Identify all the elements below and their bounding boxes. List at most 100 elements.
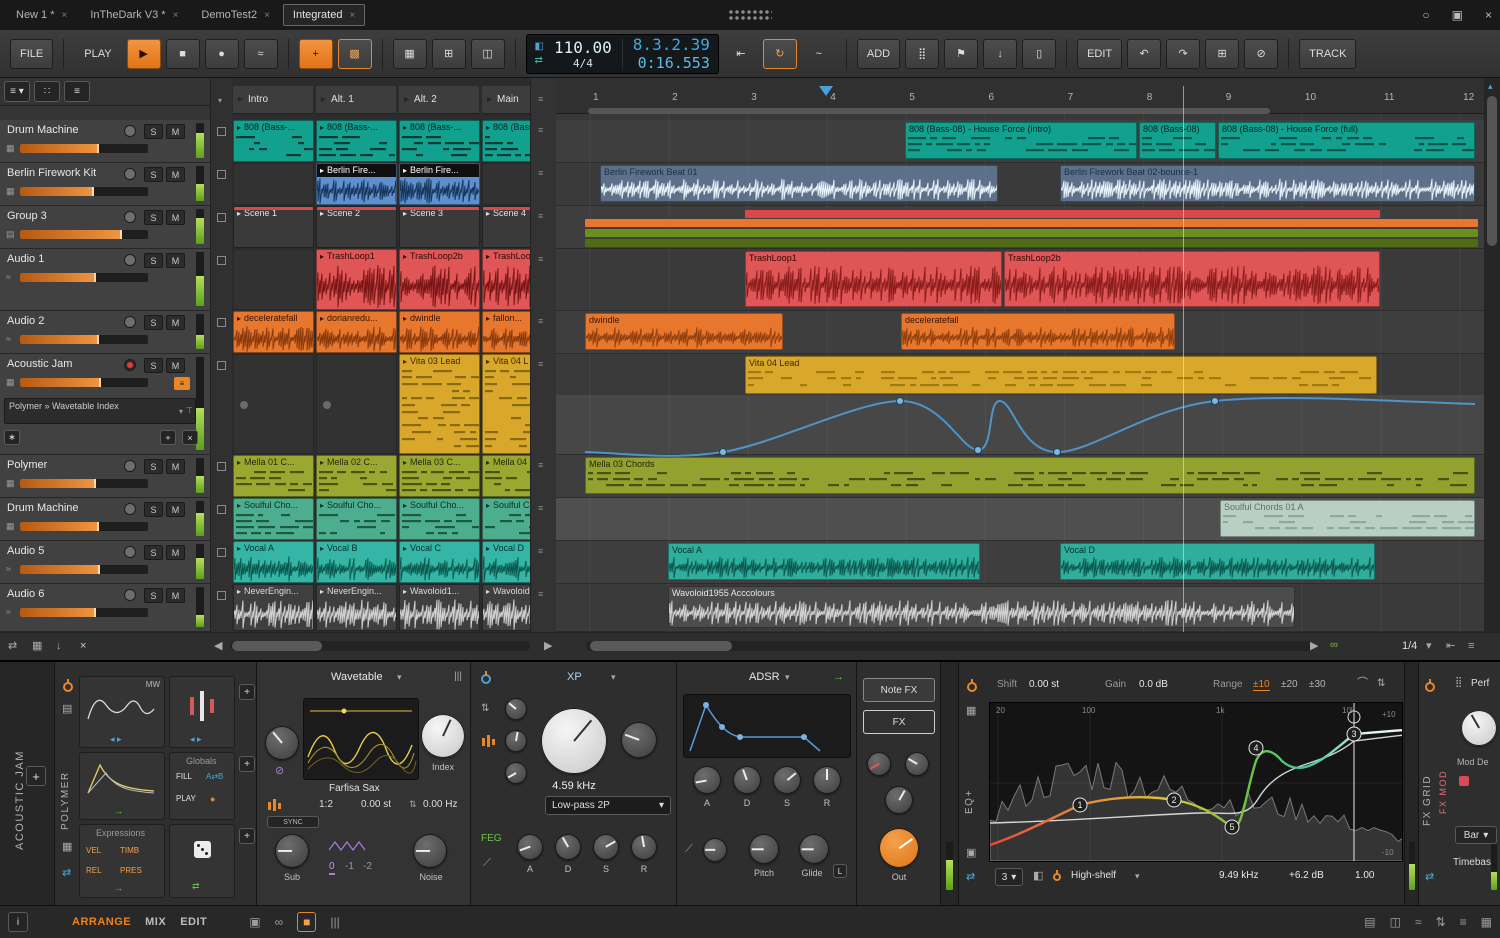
- remote-controls-icon[interactable]: ▦: [62, 842, 72, 853]
- mute-button[interactable]: M: [166, 588, 185, 603]
- scene-header[interactable]: ▸ Main: [482, 86, 530, 114]
- launcher-scroll-right-icon[interactable]: ▶: [544, 641, 552, 652]
- inspector-panel-icon[interactable]: ◫: [1390, 915, 1401, 929]
- arranger-clip[interactable]: TrashLoop1: [745, 251, 1002, 307]
- track-name[interactable]: Drum Machine: [7, 502, 79, 514]
- env-arrow-icon[interactable]: →: [114, 807, 123, 816]
- audio-engine-icon[interactable]: ◧: [535, 41, 544, 52]
- launcher-clip[interactable]: ▸ NeverEngin...: [233, 584, 314, 631]
- launcher-clip[interactable]: ▸TrashLoop: [482, 249, 530, 310]
- unison-icon[interactable]: ⊘: [275, 766, 284, 777]
- eq-band-power-icon[interactable]: [1053, 870, 1061, 881]
- osc-nav-icons[interactable]: ◂ ▸: [110, 735, 122, 744]
- launcher-empty-slot[interactable]: [482, 163, 530, 205]
- fine-updown-icon[interactable]: ⇅: [409, 800, 417, 809]
- clip-play-icon[interactable]: ▸: [486, 122, 490, 133]
- transport-display[interactable]: ◧ ⇄ 110.00 4/4 8.3.2.39 0:16.553: [525, 33, 719, 74]
- arranger-clip[interactable]: Berlin Firework Beat 02-bounce-1: [1060, 165, 1475, 202]
- scene-header[interactable]: ▸ Alt. 2: [399, 86, 480, 114]
- eq-gain-value[interactable]: 0.0 dB: [1139, 680, 1168, 690]
- eq-power-icon[interactable]: [967, 679, 977, 692]
- volume-fader[interactable]: [20, 144, 148, 153]
- monitor-toggle[interactable]: [124, 316, 136, 328]
- eq-bell-icon[interactable]: ⌒: [1357, 678, 1368, 689]
- monitor-toggle[interactable]: [124, 546, 136, 558]
- scene-play-icon[interactable]: ▸: [487, 94, 492, 105]
- adsr-header[interactable]: ADSR: [749, 672, 780, 683]
- arranger-clip[interactable]: Vocal A: [668, 543, 980, 580]
- monitor-toggle[interactable]: [124, 168, 136, 180]
- amp-release-knob[interactable]: [813, 766, 841, 794]
- launcher-clip[interactable]: ▸808 (Bass-...: [399, 120, 480, 162]
- launcher-clip[interactable]: ▸ Soulful Cho...: [233, 498, 314, 540]
- glide-knob[interactable]: [799, 834, 829, 864]
- eq-io-icon[interactable]: ⇄: [966, 872, 975, 883]
- xp-updown-icon[interactable]: ⇅: [481, 704, 489, 714]
- amp-sustain-knob[interactable]: [773, 766, 801, 794]
- volume-fader[interactable]: [20, 608, 148, 617]
- scene-header-menu-icon[interactable]: ≡: [538, 94, 543, 104]
- eq-range-10[interactable]: ±10: [1253, 680, 1270, 691]
- import-button[interactable]: ↓: [983, 38, 1018, 69]
- wavetable-display[interactable]: [303, 698, 419, 780]
- clip-play-icon[interactable]: ▸: [403, 122, 407, 133]
- launcher-empty-slot[interactable]: [316, 354, 397, 454]
- pitch-knob[interactable]: [749, 834, 779, 864]
- arranger-clip[interactable]: Soulful Chords 01 A: [1220, 500, 1475, 537]
- clip-play-icon[interactable]: ▸: [320, 500, 324, 511]
- sub-octave-minus2[interactable]: -2: [363, 862, 372, 872]
- clip-stop-button[interactable]: [217, 505, 226, 514]
- clip-play-icon[interactable]: ▸: [320, 313, 324, 324]
- wavetable-preset-name[interactable]: Farfisa Sax: [329, 784, 380, 794]
- zoom-to-fit-icon[interactable]: ⇤: [1446, 641, 1455, 652]
- monitor-toggle[interactable]: [124, 460, 136, 472]
- zoom-grid-value[interactable]: 1/4: [1402, 641, 1417, 652]
- launcher-scroll-left-icon[interactable]: ◀: [214, 641, 222, 652]
- duplicate-button[interactable]: ⊞: [1205, 38, 1240, 69]
- arranger-clip[interactable]: dwindle: [585, 313, 783, 350]
- eq-range-30[interactable]: ±30: [1309, 680, 1326, 690]
- fx-tab[interactable]: FX: [863, 710, 935, 734]
- pres-toggle[interactable]: PRES: [120, 867, 142, 875]
- clip-play-icon[interactable]: ▸: [320, 165, 324, 176]
- launcher-clip[interactable]: ▸ Scene 3: [399, 206, 480, 248]
- scene-row-menu-icon[interactable]: ≡: [538, 125, 543, 135]
- send2-knob[interactable]: [905, 752, 929, 776]
- solo-button[interactable]: S: [144, 315, 163, 330]
- clip-play-icon[interactable]: ▸: [486, 251, 490, 262]
- clip-stop-button[interactable]: [217, 318, 226, 327]
- launcher-clip[interactable]: ▸ Berlin Fire...: [316, 163, 397, 205]
- launcher-scroll-thumb[interactable]: [232, 641, 322, 651]
- globals-cell[interactable]: Globals FILL A⇄B PLAY ●: [169, 752, 235, 820]
- clip-stop-button[interactable]: [217, 361, 226, 370]
- ab-toggle[interactable]: A⇄B: [206, 773, 223, 781]
- automation-lane[interactable]: [556, 395, 1484, 455]
- xp-mod2-knob[interactable]: [505, 730, 527, 752]
- launcher-clip[interactable]: ▸808 (Bass-...: [233, 120, 314, 162]
- xp-mod1-knob[interactable]: [505, 698, 527, 720]
- osc-ratio-value[interactable]: 1:2: [319, 800, 333, 810]
- clip-stop-button[interactable]: [217, 256, 226, 265]
- scene-play-icon[interactable]: ▸: [404, 94, 409, 105]
- launcher-clip[interactable]: ▸ Wavoloid1...: [399, 584, 480, 631]
- arranger-scroll-right-icon[interactable]: ▶: [1310, 641, 1318, 652]
- launcher-clip[interactable]: ▸ dwindle: [399, 311, 480, 353]
- info-button[interactable]: i: [8, 912, 28, 932]
- launcher-clip[interactable]: ▸ Vocal C: [399, 541, 480, 583]
- device-selector-caret-icon[interactable]: ▾: [179, 406, 183, 417]
- automation-panel-icon[interactable]: ≈: [1415, 915, 1422, 929]
- track-name[interactable]: Audio 5: [7, 545, 44, 557]
- clip-stop-button[interactable]: [217, 462, 226, 471]
- vel-toggle[interactable]: VEL: [86, 847, 101, 855]
- launcher-clip[interactable]: ▸ dorianredu...: [316, 311, 397, 353]
- arranger-clip[interactable]: Vocal D: [1060, 543, 1375, 580]
- clip-play-icon[interactable]: ▸: [237, 500, 241, 511]
- restore-icon[interactable]: ▣: [1452, 8, 1463, 22]
- feg-label[interactable]: FEG: [481, 834, 502, 844]
- mute-button[interactable]: M: [166, 167, 185, 182]
- xp-header[interactable]: XP: [567, 672, 582, 683]
- clip-play-icon[interactable]: ▸: [403, 313, 407, 324]
- launcher-clip[interactable]: ▸ Soulful Cho...: [399, 498, 480, 540]
- scene-play-icon[interactable]: ▸: [321, 94, 326, 105]
- follow-link-icon[interactable]: ∞: [1330, 640, 1338, 651]
